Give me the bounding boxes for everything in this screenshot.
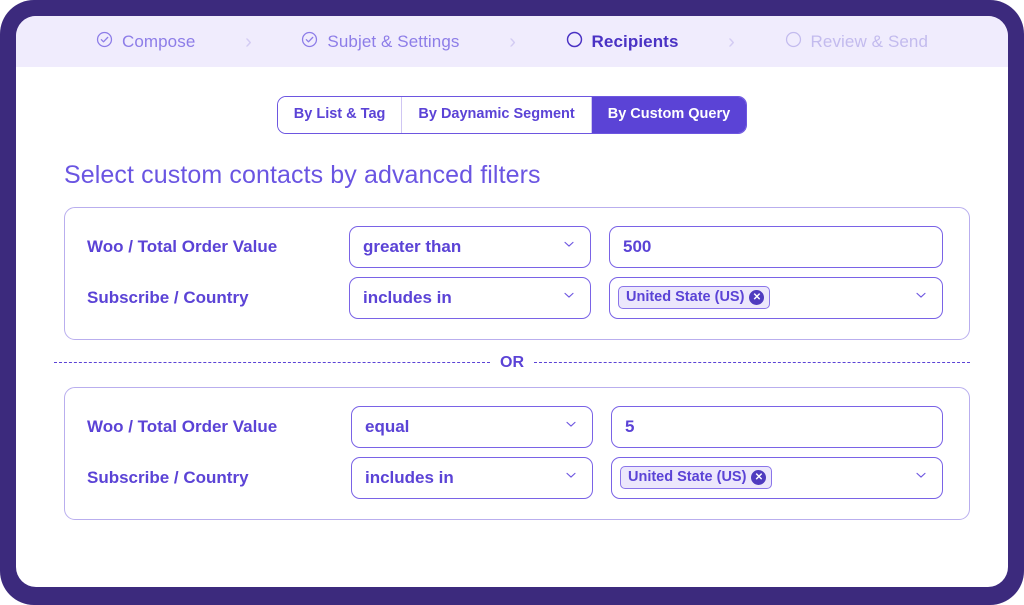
selected-tag-chip: United State (US) ✕ bbox=[620, 466, 772, 489]
filter-row: Subscribe / Country includes in United S… bbox=[65, 277, 969, 319]
step-label: Subjet & Settings bbox=[327, 33, 459, 50]
recipient-source-tabs-wrapper: By List & Tag By Daynamic Segment By Cus… bbox=[16, 96, 1008, 134]
chevron-down-icon bbox=[563, 467, 579, 488]
step-label: Compose bbox=[122, 33, 195, 50]
filter-field-label: Subscribe / Country bbox=[87, 468, 351, 488]
chevron-down-icon bbox=[563, 416, 579, 437]
chevron-down-icon bbox=[913, 467, 929, 488]
filter-row: Woo / Total Order Value greater than 500 bbox=[65, 226, 969, 268]
app-screen: Compose › Subjet & Settings › bbox=[16, 16, 1008, 587]
device-frame: Compose › Subjet & Settings › bbox=[0, 0, 1024, 605]
tab-by-list-and-tag[interactable]: By List & Tag bbox=[278, 97, 403, 133]
filter-multiselect[interactable]: United State (US) ✕ bbox=[609, 277, 943, 319]
step-compose[interactable]: Compose bbox=[96, 31, 195, 53]
tab-by-dynamic-segment[interactable]: By Daynamic Segment bbox=[402, 97, 591, 133]
check-circle-icon bbox=[96, 31, 113, 53]
selected-tag-label: United State (US) bbox=[628, 470, 746, 485]
step-separator-icon: › bbox=[679, 32, 785, 52]
remove-tag-icon[interactable]: ✕ bbox=[751, 470, 766, 485]
chevron-down-icon bbox=[561, 287, 577, 308]
filter-operator-value: includes in bbox=[363, 289, 452, 306]
wizard-stepper: Compose › Subjet & Settings › bbox=[16, 16, 1008, 67]
step-separator-icon: › bbox=[460, 32, 566, 52]
recipient-source-tabs: By List & Tag By Daynamic Segment By Cus… bbox=[277, 96, 747, 134]
chevron-down-icon bbox=[561, 236, 577, 257]
filter-operator-value: equal bbox=[365, 418, 409, 435]
filter-row: Woo / Total Order Value equal 5 bbox=[65, 406, 969, 448]
filter-operator-select[interactable]: equal bbox=[351, 406, 593, 448]
filter-field-label: Woo / Total Order Value bbox=[87, 417, 351, 437]
filter-operator-select[interactable]: includes in bbox=[351, 457, 593, 499]
circle-icon bbox=[566, 31, 583, 53]
filter-field-label: Subscribe / Country bbox=[87, 288, 349, 308]
selected-tag-chip: United State (US) ✕ bbox=[618, 286, 770, 309]
filter-operator-value: greater than bbox=[363, 238, 461, 255]
filter-field-label: Woo / Total Order Value bbox=[87, 237, 349, 257]
filter-group-1: Woo / Total Order Value greater than 500… bbox=[64, 207, 970, 340]
filter-value-input[interactable]: 5 bbox=[611, 406, 943, 448]
tab-by-custom-query[interactable]: By Custom Query bbox=[592, 97, 746, 133]
filter-operator-select[interactable]: greater than bbox=[349, 226, 591, 268]
filter-row: Subscribe / Country includes in United S… bbox=[65, 457, 969, 499]
filter-group-2: Woo / Total Order Value equal 5 Subscrib… bbox=[64, 387, 970, 520]
step-label: Recipients bbox=[592, 33, 679, 50]
check-circle-icon bbox=[301, 31, 318, 53]
divider-line-left bbox=[54, 362, 490, 363]
filter-value-input[interactable]: 500 bbox=[609, 226, 943, 268]
or-divider: OR bbox=[54, 355, 970, 371]
filter-multiselect[interactable]: United State (US) ✕ bbox=[611, 457, 943, 499]
divider-line-right bbox=[534, 362, 970, 363]
or-label: OR bbox=[500, 355, 524, 371]
step-separator-icon: › bbox=[195, 32, 301, 52]
remove-tag-icon[interactable]: ✕ bbox=[749, 290, 764, 305]
filter-operator-select[interactable]: includes in bbox=[349, 277, 591, 319]
step-review-send[interactable]: Review & Send bbox=[785, 31, 929, 53]
filter-value-text: 5 bbox=[625, 418, 634, 435]
chevron-down-icon bbox=[913, 287, 929, 308]
step-recipients[interactable]: Recipients bbox=[566, 31, 679, 53]
filter-operator-value: includes in bbox=[365, 469, 454, 486]
page-title: Select custom contacts by advanced filte… bbox=[64, 161, 1008, 190]
step-subject-settings[interactable]: Subjet & Settings bbox=[301, 31, 459, 53]
step-label: Review & Send bbox=[811, 33, 929, 50]
selected-tag-label: United State (US) bbox=[626, 290, 744, 305]
circle-icon bbox=[785, 31, 802, 53]
filter-value-text: 500 bbox=[623, 238, 651, 255]
